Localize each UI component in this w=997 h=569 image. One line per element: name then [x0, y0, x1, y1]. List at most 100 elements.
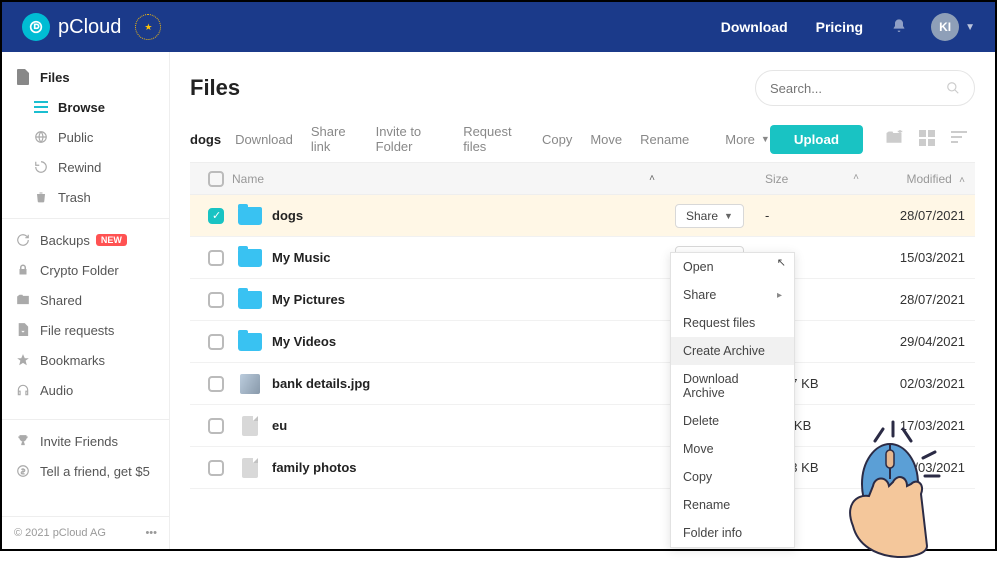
col-size-label[interactable]: Size	[765, 172, 788, 186]
sidebar-label: Tell a friend, get $5	[40, 464, 150, 479]
table-row[interactable]: My MusicShare▼-15/03/2021	[190, 237, 975, 279]
sidebar-item-shared[interactable]: Shared	[2, 285, 169, 315]
search-box[interactable]	[755, 70, 975, 106]
share-button[interactable]: Share▼	[675, 204, 744, 228]
brand-logo-icon	[22, 13, 50, 41]
sidebar-label: Files	[40, 70, 70, 85]
ctx-rename[interactable]: Rename	[671, 491, 794, 519]
ctx-create-archive[interactable]: Create Archive↖	[671, 337, 794, 365]
sort-caret-icon[interactable]: ˄	[649, 173, 655, 184]
sidebar-item-files[interactable]: Files	[2, 62, 169, 92]
shared-icon	[14, 291, 32, 309]
folder-icon	[238, 291, 262, 309]
tb-sharelink[interactable]: Share link	[311, 124, 358, 154]
table-row[interactable]: My PicturesShare▼-28/07/2021	[190, 279, 975, 321]
row-checkbox[interactable]	[208, 250, 224, 266]
brand-name: pCloud	[58, 16, 121, 39]
ctx-download-archive[interactable]: Download Archive	[671, 365, 794, 407]
sidebar-label: Bookmarks	[40, 353, 105, 368]
action-toolbar: dogs Download Share link Invite to Folde…	[190, 124, 975, 163]
sidebar-item-tell[interactable]: Tell a friend, get $5	[2, 456, 169, 486]
nav-pricing[interactable]: Pricing	[816, 19, 863, 35]
sidebar-footer: © 2021 pCloud AG •••	[2, 516, 169, 549]
file-name: eu	[272, 418, 287, 433]
row-checkbox[interactable]	[208, 376, 224, 392]
sort-icon[interactable]	[951, 131, 967, 148]
row-checkbox[interactable]	[208, 334, 224, 350]
sidebar-item-browse[interactable]: Browse	[2, 92, 169, 122]
col-modified-label[interactable]: Modified	[906, 172, 951, 186]
tb-invite[interactable]: Invite to Folder	[376, 124, 446, 154]
user-avatar[interactable]: KI	[931, 13, 959, 41]
image-thumbnail-icon	[240, 374, 260, 394]
trash-icon	[32, 188, 50, 206]
sidebar-item-rewind[interactable]: Rewind	[2, 152, 169, 182]
row-checkbox[interactable]	[208, 418, 224, 434]
nav-download[interactable]: Download	[721, 19, 788, 35]
list-icon	[32, 98, 50, 116]
sidebar-item-trash[interactable]: Trash	[2, 182, 169, 212]
sidebar-item-backups[interactable]: Backups NEW	[2, 225, 169, 255]
row-checkbox[interactable]	[208, 208, 224, 224]
trophy-icon	[14, 432, 32, 450]
sidebar: Files Browse Public Rewind Trash Backups…	[2, 52, 170, 549]
page-title: Files	[190, 75, 240, 101]
breadcrumb[interactable]: dogs	[190, 132, 221, 147]
file-name: My Music	[272, 250, 331, 265]
sidebar-label: Browse	[58, 100, 105, 115]
table-row[interactable]: bank details.jpgShare 🔗206.7 KB02/03/202…	[190, 363, 975, 405]
tb-more-label: More	[725, 132, 755, 147]
sidebar-label: Rewind	[58, 160, 101, 175]
sidebar-item-filerequests[interactable]: File requests	[2, 315, 169, 345]
ctx-folder-info[interactable]: Folder info	[671, 519, 794, 547]
ctx-share[interactable]: Share	[671, 281, 794, 309]
grid-view-icon[interactable]	[919, 130, 935, 149]
file-name: family photos	[272, 460, 357, 475]
folder-icon	[238, 249, 262, 267]
ctx-delete[interactable]: Delete	[671, 407, 794, 435]
tb-download[interactable]: Download	[235, 132, 293, 147]
file-name: My Pictures	[272, 292, 345, 307]
sidebar-item-audio[interactable]: Audio	[2, 375, 169, 405]
sidebar-item-invite[interactable]: Invite Friends	[2, 426, 169, 456]
folder-icon	[238, 207, 262, 225]
tb-rename[interactable]: Rename	[640, 132, 689, 147]
new-badge: NEW	[96, 234, 127, 246]
ctx-open[interactable]: Open	[671, 253, 794, 281]
sidebar-item-crypto[interactable]: Crypto Folder	[2, 255, 169, 285]
tb-move[interactable]: Move	[590, 132, 622, 147]
bell-icon[interactable]	[891, 18, 907, 37]
row-checkbox[interactable]	[208, 292, 224, 308]
upload-button[interactable]: Upload	[770, 125, 863, 154]
cursor-icon: ↖	[777, 256, 786, 269]
row-checkbox[interactable]	[208, 460, 224, 476]
tb-copy[interactable]: Copy	[542, 132, 572, 147]
file-icon	[242, 416, 258, 436]
tb-more[interactable]: More▼	[725, 132, 770, 147]
tb-request[interactable]: Request files	[463, 124, 524, 154]
more-dots-icon[interactable]: •••	[145, 527, 157, 539]
sidebar-item-bookmarks[interactable]: Bookmarks	[2, 345, 169, 375]
ctx-label: Create Archive	[683, 344, 765, 358]
ctx-move[interactable]: Move	[671, 435, 794, 463]
select-all-checkbox[interactable]	[208, 171, 224, 187]
file-modified: 29/04/2021	[865, 334, 965, 349]
file-modified: 15/03/2021	[865, 250, 965, 265]
table-row[interactable]: My VideosShare▼-29/04/2021	[190, 321, 975, 363]
user-menu-caret-icon[interactable]: ▼	[965, 22, 975, 33]
file-size: -	[765, 208, 865, 223]
table-row[interactable]: dogsShare▼-28/07/2021	[190, 195, 975, 237]
ctx-request[interactable]: Request files	[671, 309, 794, 337]
globe-icon	[32, 128, 50, 146]
search-input[interactable]	[770, 81, 946, 96]
search-icon	[946, 80, 960, 96]
sidebar-item-public[interactable]: Public	[2, 122, 169, 152]
new-folder-icon[interactable]	[885, 130, 903, 148]
file-icon	[14, 68, 32, 86]
ctx-copy[interactable]: Copy	[671, 463, 794, 491]
sidebar-label: Audio	[40, 383, 73, 398]
folder-icon	[238, 333, 262, 351]
file-modified: 28/07/2021	[865, 292, 965, 307]
file-modified: 02/03/2021	[865, 376, 965, 391]
col-name-label[interactable]: Name	[232, 172, 264, 186]
